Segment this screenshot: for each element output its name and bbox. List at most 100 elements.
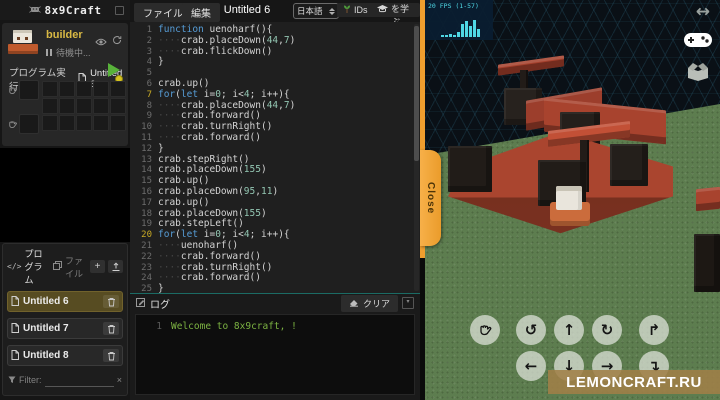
inventory-slot[interactable]	[59, 115, 75, 131]
tab-programs[interactable]: </> プログラム	[7, 247, 46, 286]
inventory-slot[interactable]	[76, 81, 92, 97]
scrollbar-thumb[interactable]	[414, 26, 419, 161]
offhand-slot[interactable]	[19, 114, 39, 134]
code-line[interactable]: 11 ····crab.forward()	[130, 132, 420, 144]
popout-icon[interactable]	[115, 6, 124, 15]
inventory-slot[interactable]	[76, 115, 92, 131]
program-item-label: Untitled 6	[23, 296, 69, 307]
inventory-grid	[42, 81, 126, 131]
inventory-slot[interactable]	[110, 98, 126, 114]
sidebar-spacer	[0, 148, 130, 242]
pause-icon	[46, 49, 52, 56]
filter-clear-icon[interactable]: ×	[117, 375, 122, 385]
box-icon[interactable]	[685, 60, 711, 87]
filter-input[interactable]	[44, 373, 114, 387]
select-arrows-icon	[329, 7, 335, 15]
control-left-button[interactable]: ←	[516, 351, 546, 381]
control-forward-button[interactable]: ↑	[554, 315, 584, 345]
sapling-icon	[343, 4, 351, 16]
inventory-slot[interactable]	[110, 115, 126, 131]
inventory-slot[interactable]	[110, 81, 126, 97]
upload-program-button[interactable]	[108, 260, 123, 273]
edit-log-icon	[136, 294, 146, 312]
entity-panel: builder 待機中... プログラム実行: Untitled 6	[2, 23, 128, 146]
inventory-slot[interactable]	[93, 115, 109, 131]
program-item-label: Untitled 7	[23, 323, 69, 334]
fps-bar	[469, 26, 472, 37]
line-number: 8	[146, 100, 152, 111]
entity-name: builder	[46, 29, 83, 41]
scene-block-cube	[694, 234, 720, 292]
sidebar: 8x9Craft builder 待機中... プログラム実行: Untitle…	[0, 0, 131, 400]
scene-block-slab	[498, 55, 564, 76]
line-number: 9	[146, 111, 152, 122]
gamepad-icon[interactable]	[683, 30, 713, 55]
resize-horizontal-icon[interactable]: ↔	[696, 2, 710, 22]
filter-icon	[8, 371, 16, 389]
sidebar-header: 8x9Craft	[0, 0, 130, 20]
code-editor[interactable]: 1 function uenoharf(){2 ····crab.placeDown…	[130, 22, 420, 293]
close-drawer-tab[interactable]: Close	[420, 150, 441, 246]
editor-scrollbar[interactable]	[414, 24, 419, 291]
line-number: 14	[141, 165, 152, 176]
line-number: 10	[141, 122, 152, 133]
control-rotate-left-button[interactable]: ↺	[516, 315, 546, 345]
inventory-slot[interactable]	[93, 81, 109, 97]
code-line[interactable]: 25}	[130, 283, 420, 293]
log-line: 1 Welcome to 8x9craft, !	[156, 321, 297, 332]
code-line[interactable]: 4}	[130, 56, 420, 68]
graduation-cap-icon	[377, 5, 388, 15]
document-icon	[11, 347, 19, 365]
log-collapse-icon[interactable]: ▾	[402, 297, 414, 309]
line-number: 16	[141, 186, 152, 197]
fps-bar	[461, 24, 464, 37]
control-hand-button[interactable]	[470, 315, 500, 345]
add-program-button[interactable]: +	[90, 260, 105, 273]
clear-log-button[interactable]: クリア	[340, 294, 398, 312]
control-step-up-button[interactable]: ↱	[639, 315, 669, 345]
line-number: 25	[141, 284, 152, 293]
inventory-slot[interactable]	[59, 81, 75, 97]
line-number: 22	[141, 251, 152, 262]
line-number: 2	[146, 35, 152, 46]
scene-block-head	[556, 186, 582, 210]
eye-icon[interactable]	[95, 33, 107, 51]
fps-bar	[453, 35, 456, 37]
refresh-icon[interactable]	[112, 32, 122, 50]
delete-program-button[interactable]	[103, 349, 119, 362]
inventory-slot[interactable]	[93, 98, 109, 114]
control-rotate-right-button[interactable]: ↻	[592, 315, 622, 345]
fps-bar	[473, 20, 476, 37]
ids-button[interactable]: IDs	[337, 3, 374, 17]
line-number: 17	[141, 197, 152, 208]
delete-program-button[interactable]	[103, 295, 119, 308]
language-select[interactable]: 日本語	[293, 3, 339, 19]
inventory-slot[interactable]	[59, 98, 75, 114]
entity-status: 待機中...	[56, 48, 91, 58]
log-panel: ログ クリア ▾ 1 Welcome to 8x9craft, !	[130, 294, 420, 400]
program-item[interactable]: Untitled 7	[7, 318, 123, 339]
delete-program-button[interactable]	[103, 322, 119, 335]
inventory-slot[interactable]	[76, 98, 92, 114]
fps-label: 20 FPS (1-57)	[428, 2, 479, 10]
game-viewport[interactable]: 20 FPS (1-57) ↔ Close ↺ ↑ ↻ ↱ ← ↓ → ↴ LEMONCRAF…	[420, 0, 720, 400]
inventory-slot[interactable]	[42, 115, 58, 131]
code-line[interactable]: 3 ····crab.flickDown()	[130, 46, 420, 58]
tab-files[interactable]: ファイル	[52, 254, 83, 280]
fps-histogram	[441, 20, 480, 37]
program-panel: </> プログラム ファイル + Untitled 6 Untitled 7 Unt…	[2, 243, 128, 396]
robot-avatar	[8, 30, 38, 56]
learn-api-button[interactable]: APIを学ぶ	[371, 0, 420, 27]
inventory-slot[interactable]	[42, 98, 58, 114]
fps-bar	[477, 29, 480, 37]
line-number: 6	[146, 78, 152, 89]
scene-block-cube	[448, 146, 492, 192]
program-item[interactable]: Untitled 6	[7, 291, 123, 312]
crab-logo-icon	[28, 1, 41, 19]
fps-bar	[445, 35, 448, 37]
hand-slot[interactable]	[19, 80, 39, 100]
code-line[interactable]: 24 ····crab.forward()	[130, 272, 420, 284]
scene-block-slab	[696, 186, 720, 212]
program-item[interactable]: Untitled 8	[7, 345, 123, 366]
inventory-slot[interactable]	[42, 81, 58, 97]
